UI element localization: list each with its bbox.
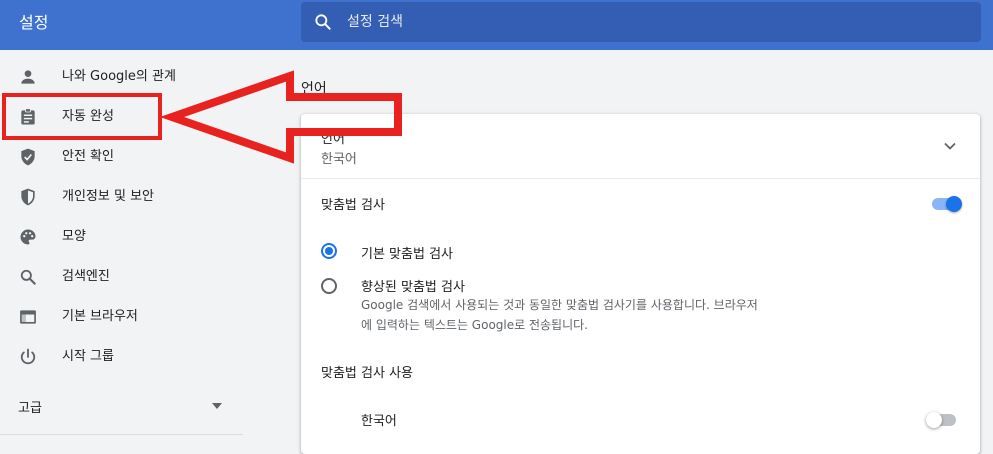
sidebar-item-google[interactable]: 나와 Google의 관계: [0, 57, 250, 97]
search-icon: [20, 269, 36, 285]
toggle-knob: [946, 196, 962, 212]
section-title: 언어: [301, 81, 327, 97]
language-expand-row[interactable]: 언어 한국어: [301, 114, 980, 178]
enhanced-spellcheck-radio[interactable]: [321, 278, 337, 294]
sidebar-item-label: 개인정보 및 보안: [62, 189, 154, 204]
search-icon: [315, 14, 331, 30]
palette-icon: [20, 229, 36, 245]
enhanced-spellcheck-description: Google 검색에서 사용되는 것과 동일한 맞춤법 검사기를 사용합니다. …: [361, 295, 821, 335]
sidebar-item-label: 검색엔진: [62, 269, 110, 284]
spellcheck-language-label: 한국어: [361, 414, 397, 429]
sidebar-item-label: 안전 확인: [62, 149, 114, 164]
basic-spellcheck-radio[interactable]: [321, 243, 337, 259]
korean-spellcheck-toggle[interactable]: [926, 412, 958, 428]
sidebar-item-autofill[interactable]: 자동 완성: [0, 97, 250, 137]
browser-window-icon: [20, 310, 36, 324]
sidebar-item-label: 자동 완성: [62, 109, 114, 124]
sidebar-item-privacy[interactable]: 개인정보 및 보안: [0, 177, 250, 217]
enhanced-spellcheck-label: 향상된 맞춤법 검사: [361, 280, 465, 295]
sidebar-advanced-toggle[interactable]: 고급: [0, 393, 245, 423]
language-value: 한국어: [321, 152, 357, 167]
shield-half-icon: [21, 188, 35, 206]
sidebar-item-label: 시작 그룹: [62, 349, 114, 364]
description-line: 에 입력하는 텍스트는 Google로 전송됩니다.: [361, 318, 588, 332]
shield-check-icon: [21, 148, 35, 166]
chevron-down-icon[interactable]: [943, 139, 957, 153]
sidebar-item-label: 모양: [62, 229, 86, 244]
row-divider: [301, 178, 980, 179]
sidebar-item-default-browser[interactable]: 기본 브라우저: [0, 297, 250, 337]
sidebar-item-appearance[interactable]: 모양: [0, 217, 250, 257]
spellcheck-languages-title: 맞춤법 검사 사용: [321, 366, 413, 381]
sidebar-divider: [0, 434, 243, 435]
languages-card: 언어 한국어 맞춤법 검사 기본 맞춤법 검사 향상된 맞춤법 검사 Googl…: [301, 114, 980, 454]
person-icon: [21, 70, 35, 84]
sidebar-item-on-startup[interactable]: 시작 그룹: [0, 337, 250, 377]
caret-down-icon: [212, 403, 222, 409]
spellcheck-toggle[interactable]: [930, 196, 962, 212]
sidebar-item-label: 기본 브라우저: [62, 309, 138, 324]
language-label: 언어: [321, 132, 345, 147]
description-line: Google 검색에서 사용되는 것과 동일한 맞춤법 검사기를 사용합니다. …: [361, 298, 758, 312]
settings-search-box[interactable]: 설정 검색: [301, 2, 981, 42]
top-app-bar: 설정 설정 검색: [0, 0, 993, 50]
search-placeholder: 설정 검색: [347, 14, 403, 30]
app-title: 설정: [19, 13, 49, 32]
power-icon: [20, 348, 36, 365]
spellcheck-title: 맞춤법 검사: [321, 198, 385, 213]
sidebar-item-safety-check[interactable]: 안전 확인: [0, 137, 250, 177]
clipboard-icon: [21, 108, 35, 125]
toggle-knob: [926, 412, 942, 428]
sidebar-item-search-engine[interactable]: 검색엔진: [0, 257, 250, 297]
sidebar-item-label: 나와 Google의 관계: [62, 69, 176, 84]
advanced-label: 고급: [18, 401, 42, 416]
basic-spellcheck-label: 기본 맞춤법 검사: [361, 247, 453, 262]
